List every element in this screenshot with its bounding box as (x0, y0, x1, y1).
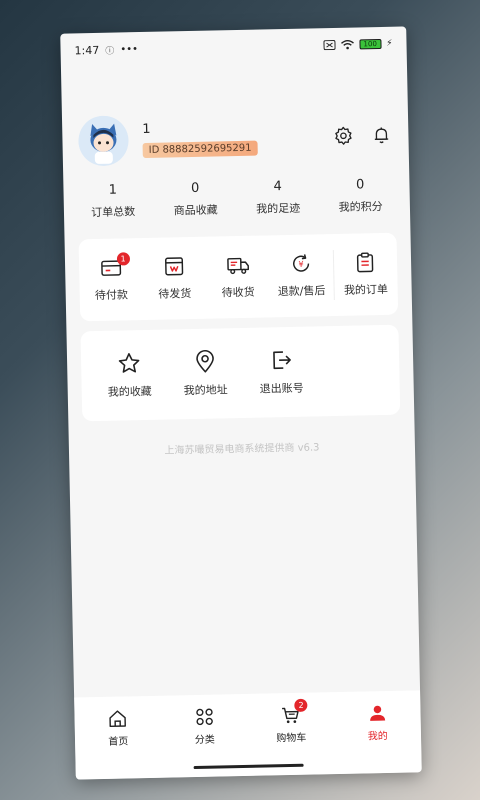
stat-label: 我的积分 (338, 199, 383, 214)
status-time: 1:47 (74, 43, 100, 57)
username: 1 (142, 121, 151, 138)
order-item-label: 退款/售后 (277, 284, 326, 299)
info-icon: ⓘ (105, 46, 115, 57)
pending-payment-badge: 1 (116, 252, 130, 266)
stat-favorites[interactable]: 0 商品收藏 (156, 180, 235, 226)
charging-icon: ⚡ (386, 38, 393, 49)
package-icon (165, 257, 184, 276)
stat-value: 0 (355, 177, 365, 193)
stat-label: 我的足迹 (256, 201, 301, 216)
truck-icon (226, 257, 249, 275)
provider-footer-text: 上海苏嘬贸易电商系统提供商 v6.3 (164, 442, 320, 457)
stat-order-total[interactable]: 1 订单总数 (74, 182, 153, 228)
svg-text:¥: ¥ (298, 259, 303, 269)
tab-label: 购物车 (276, 732, 307, 745)
more-dots-icon: ••• (120, 43, 139, 55)
tool-label: 我的地址 (183, 383, 228, 398)
order-refund-aftersale[interactable]: ¥ 退款/售后 (269, 252, 333, 299)
order-pending-receipt[interactable]: 待收货 (206, 253, 270, 300)
settings-gear-icon[interactable] (332, 125, 354, 147)
star-icon (118, 353, 140, 373)
tab-label: 分类 (194, 734, 215, 747)
notification-bell-icon[interactable] (370, 124, 392, 146)
tab-home[interactable]: 首页 (74, 708, 161, 749)
wifi-icon (340, 40, 354, 50)
user-id-badge: ID 88882592695291 (142, 140, 258, 159)
stats-row: 1 订单总数 0 商品收藏 4 我的足迹 0 我的积分 (71, 177, 402, 228)
my-address-button[interactable]: 我的地址 (167, 349, 244, 399)
sim-icon (323, 39, 336, 51)
status-bar: 1:47 ⓘ ••• 100 ⚡ (60, 26, 407, 67)
clipboard-icon (357, 252, 374, 273)
home-icon (109, 710, 127, 728)
avatar[interactable] (77, 115, 129, 167)
logout-button[interactable]: 退出账号 (243, 347, 320, 397)
order-item-label: 待发货 (158, 287, 192, 301)
tab-category[interactable]: 分类 (161, 706, 248, 747)
refund-icon: ¥ (292, 254, 310, 272)
tab-label: 首页 (108, 736, 129, 748)
profile-header: 1 ID 88882592695291 (77, 105, 393, 172)
category-icon (196, 708, 213, 726)
stat-footprints[interactable]: 4 我的足迹 (239, 178, 318, 224)
tool-label: 退出账号 (259, 381, 304, 396)
tool-label: 我的收藏 (107, 384, 152, 399)
order-item-label: 待付款 (94, 288, 129, 303)
order-status-card: 1 待付款 待发货 待收货 ¥ 退款/售后 我的订单 (78, 232, 399, 322)
battery-indicator: 100 (359, 38, 382, 50)
user-icon (369, 705, 385, 721)
phone-screen: 1:47 ⓘ ••• 100 ⚡ 1 ID 88882592695291 1 订… (60, 26, 422, 780)
stat-value: 4 (273, 179, 283, 195)
location-pin-icon (196, 350, 214, 373)
order-pending-payment[interactable]: 1 待付款 (79, 252, 143, 303)
my-favorites-button[interactable]: 我的收藏 (91, 351, 168, 401)
tab-mine[interactable]: 我的 (334, 702, 421, 743)
logout-icon (273, 351, 291, 370)
stat-value: 0 (190, 180, 200, 196)
stat-points[interactable]: 0 我的积分 (321, 177, 400, 223)
my-orders-label: 我的订单 (343, 282, 389, 297)
stat-label: 订单总数 (91, 205, 136, 220)
stat-label: 商品收藏 (173, 203, 218, 218)
my-orders-button[interactable]: 我的订单 (333, 251, 397, 298)
order-item-label: 待收货 (221, 285, 255, 300)
tab-label: 我的 (367, 731, 388, 743)
order-pending-shipment[interactable]: 待发货 (142, 255, 206, 302)
tools-card: 我的收藏 我的地址 退出账号 (80, 324, 401, 422)
tab-cart[interactable]: 2 购物车 (247, 698, 334, 745)
stat-value: 1 (108, 182, 118, 198)
cart-count-badge: 2 (294, 698, 308, 712)
